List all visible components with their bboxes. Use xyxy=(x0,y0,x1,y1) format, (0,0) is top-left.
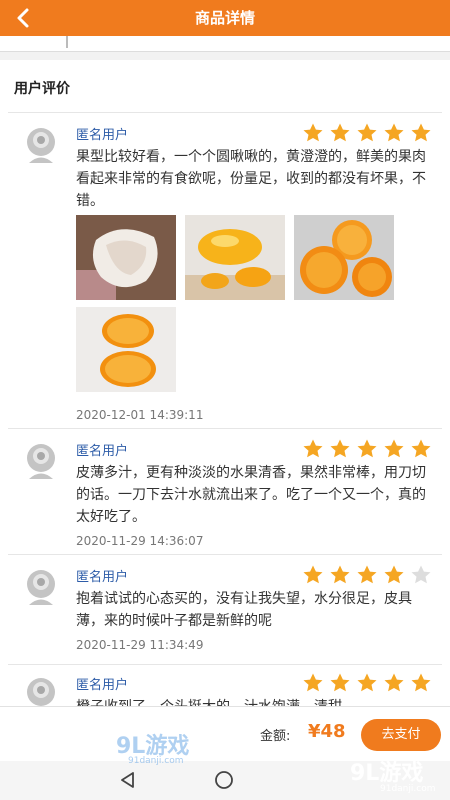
review-item: 匿名用户 橙子收到了，个头挺大的，汁水饱满，清甜 xyxy=(0,672,450,706)
orange-slices-photo[interactable] xyxy=(294,215,394,300)
star-rating xyxy=(302,672,437,694)
review-item: 匿名用户 果型比较好看，一个个圆啾啾的，黄澄澄的，鲜美的果肉看起来非常的有食欲呢… xyxy=(0,122,450,484)
section-title: 用户评价 xyxy=(14,81,70,97)
orange-box-photo[interactable] xyxy=(185,215,285,300)
avatar-icon xyxy=(27,678,55,706)
star-filled-icon xyxy=(303,439,323,458)
review-time: 2020-11-29 14:36:07 xyxy=(76,534,204,548)
avatar-icon xyxy=(27,444,55,479)
divider xyxy=(8,112,442,113)
star-filled-icon xyxy=(411,439,431,458)
star-filled-icon xyxy=(357,565,377,584)
watermark-site: 91danji.com xyxy=(128,756,184,766)
star-filled-icon xyxy=(384,673,404,692)
review-content: 果型比较好看，一个个圆啾啾的，黄澄澄的，鲜美的果肉看起来非常的有食欲呢，份量足，… xyxy=(76,149,426,209)
star-filled-icon xyxy=(384,439,404,458)
home-circle-icon[interactable] xyxy=(214,770,234,790)
star-filled-icon xyxy=(303,565,323,584)
review-time: 2020-11-29 11:34:49 xyxy=(76,638,204,652)
pay-button[interactable]: 去支付 xyxy=(361,719,441,751)
star-filled-icon xyxy=(303,123,323,142)
app-header: 商品详情 xyxy=(0,0,450,36)
star-filled-icon xyxy=(384,565,404,584)
star-filled-icon xyxy=(330,123,350,142)
halved-orange-photo[interactable] xyxy=(76,307,176,392)
reviews-section: 用户评价 匿名用户 果型比较好看，一个个圆啾啾的，黄澄澄的，鲜美的果肉看起来非常… xyxy=(0,60,450,706)
star-filled-icon xyxy=(357,439,377,458)
review-content: 抱着试试的心态买的，没有让我失望，水分很足，皮具薄，来的时候叶子都是新鲜的呢 xyxy=(76,591,412,629)
review-content: 皮薄多汁，更有种淡淡的水果清香，果然非常棒，用刀切的话。一刀下去汁水就流出来了。… xyxy=(76,465,426,525)
review-content: 橙子收到了，个头挺大的，汁水饱满，清甜 xyxy=(76,696,432,706)
divider xyxy=(8,428,442,429)
avatar-icon xyxy=(27,128,55,163)
star-rating xyxy=(302,122,437,144)
amount-value: ¥48 xyxy=(308,721,346,742)
back-triangle-icon[interactable] xyxy=(118,770,138,790)
amount-label: 金额: xyxy=(260,729,291,744)
star-filled-icon xyxy=(357,673,377,692)
star-filled-icon xyxy=(384,123,404,142)
watermark-site: 91danji.com xyxy=(380,784,436,794)
divider xyxy=(8,554,442,555)
review-username: 匿名用户 xyxy=(76,678,129,693)
divider xyxy=(8,664,442,665)
star-filled-icon xyxy=(411,123,431,142)
star-filled-icon xyxy=(411,673,431,692)
star-filled-icon xyxy=(303,673,323,692)
star-filled-icon xyxy=(357,123,377,142)
page-title: 商品详情 xyxy=(194,9,255,27)
payment-bar: 金额: ¥48 去支付 xyxy=(0,706,450,761)
star-rating xyxy=(302,564,437,586)
product-info-strip xyxy=(0,36,450,52)
star-filled-icon xyxy=(330,673,350,692)
star-empty-icon xyxy=(411,565,431,584)
review-item: 匿名用户 抱着试试的心态买的，没有让我失望，水分很足，皮具薄，来的时候叶子都是新… xyxy=(0,564,450,662)
review-item: 匿名用户 皮薄多汁，更有种淡淡的水果清香，果然非常棒，用刀切的话。一刀下去汁水就… xyxy=(0,438,450,548)
star-rating xyxy=(302,438,437,460)
watermark-logo: 9L游戏 xyxy=(350,761,424,786)
review-time: 2020-12-01 14:39:11 xyxy=(76,408,204,422)
peeled-orange-photo[interactable] xyxy=(76,215,176,300)
review-username: 匿名用户 xyxy=(76,444,129,459)
star-filled-icon xyxy=(330,439,350,458)
review-username: 匿名用户 xyxy=(76,570,129,585)
avatar-icon xyxy=(27,570,55,605)
star-filled-icon xyxy=(330,565,350,584)
review-username: 匿名用户 xyxy=(76,128,129,143)
